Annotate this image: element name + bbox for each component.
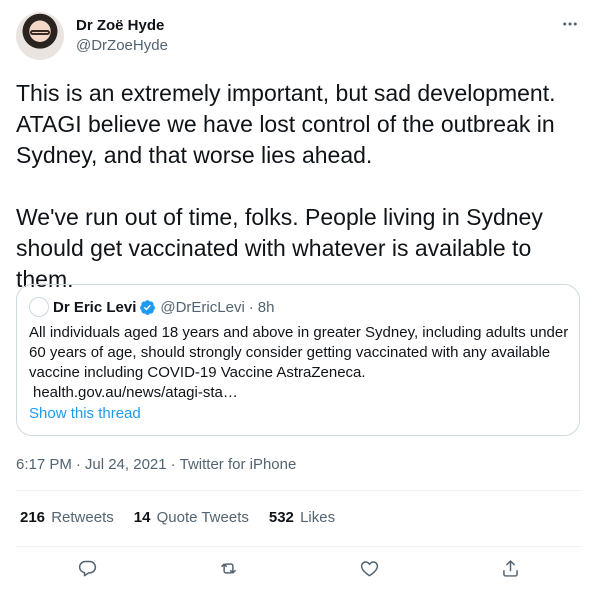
tweet-time[interactable]: 6:17 PM [16,456,72,473]
author-handle[interactable]: @DrZoeHyde [76,36,168,56]
author-display-name[interactable]: Dr Zoë Hyde [76,16,168,36]
quoted-time[interactable]: 8h [258,299,275,316]
reply-icon[interactable] [73,554,101,582]
retweets-label: Retweets [51,509,114,526]
meta-separator: · [75,456,81,473]
tweet-source[interactable]: Twitter for iPhone [180,456,297,473]
retweet-icon[interactable] [214,554,242,582]
divider [16,546,582,547]
quote-tweets-label: Quote Tweets [156,509,249,526]
retweets-count: 216 [20,509,46,526]
author-names: Dr Zoë Hyde @DrZoeHyde [76,16,168,56]
quoted-tweet-text-block: All individuals aged 18 years and above … [29,323,569,403]
quoted-tweet-text: All individuals aged 18 years and above … [29,324,569,381]
verified-badge-icon [140,299,156,315]
author-avatar[interactable] [16,12,64,60]
likes-stat[interactable]: 532 Likes [269,509,335,526]
tweet-text: This is an extremely important, but sad … [16,80,556,292]
like-icon[interactable] [355,554,383,582]
quoted-author-handle: @DrEricLevi [160,298,245,316]
quoted-author-display-name: Dr Eric Levi [53,298,137,316]
retweets-stat[interactable]: 216 Retweets [20,509,114,526]
quote-tweets-stat[interactable]: 14 Quote Tweets [134,509,249,526]
more-dots-graphic [563,22,577,26]
tweet-stats: 216 Retweets 14 Quote Tweets 532 Likes [20,509,355,526]
tweet-actions [0,552,598,584]
share-icon[interactable] [496,554,524,582]
divider [16,490,582,491]
quoted-tweet-link[interactable]: health.gov.au/news/atagi-sta… [33,383,569,403]
likes-label: Likes [300,509,336,526]
tweet-detail: Dr Zoë Hyde @DrZoeHyde This is an extrem… [0,0,598,591]
likes-count: 532 [268,509,294,526]
more-horizontal-icon[interactable] [558,12,582,36]
meta-separator: · [170,456,176,473]
like-graphic [360,560,378,576]
quoted-tweet-header: Dr Eric Levi @DrEricLevi · 8h [29,297,274,317]
tweet-meta: 6:17 PM · Jul 24, 2021 · Twitter for iPh… [16,456,296,473]
quote-tweets-count: 14 [133,509,151,526]
quoted-tweet-card[interactable]: Dr Eric Levi @DrEricLevi · 8h All indivi… [16,284,580,436]
reply-graphic [78,560,96,576]
quoted-separator: · [248,298,254,316]
share-graphic [502,559,518,577]
tweet-date[interactable]: Jul 24, 2021 [85,456,167,473]
tweet-header: Dr Zoë Hyde @DrZoeHyde [16,12,582,62]
quoted-author-avatar [29,297,49,317]
show-thread-link[interactable]: Show this thread [29,405,141,422]
retweet-graphic [220,562,236,574]
